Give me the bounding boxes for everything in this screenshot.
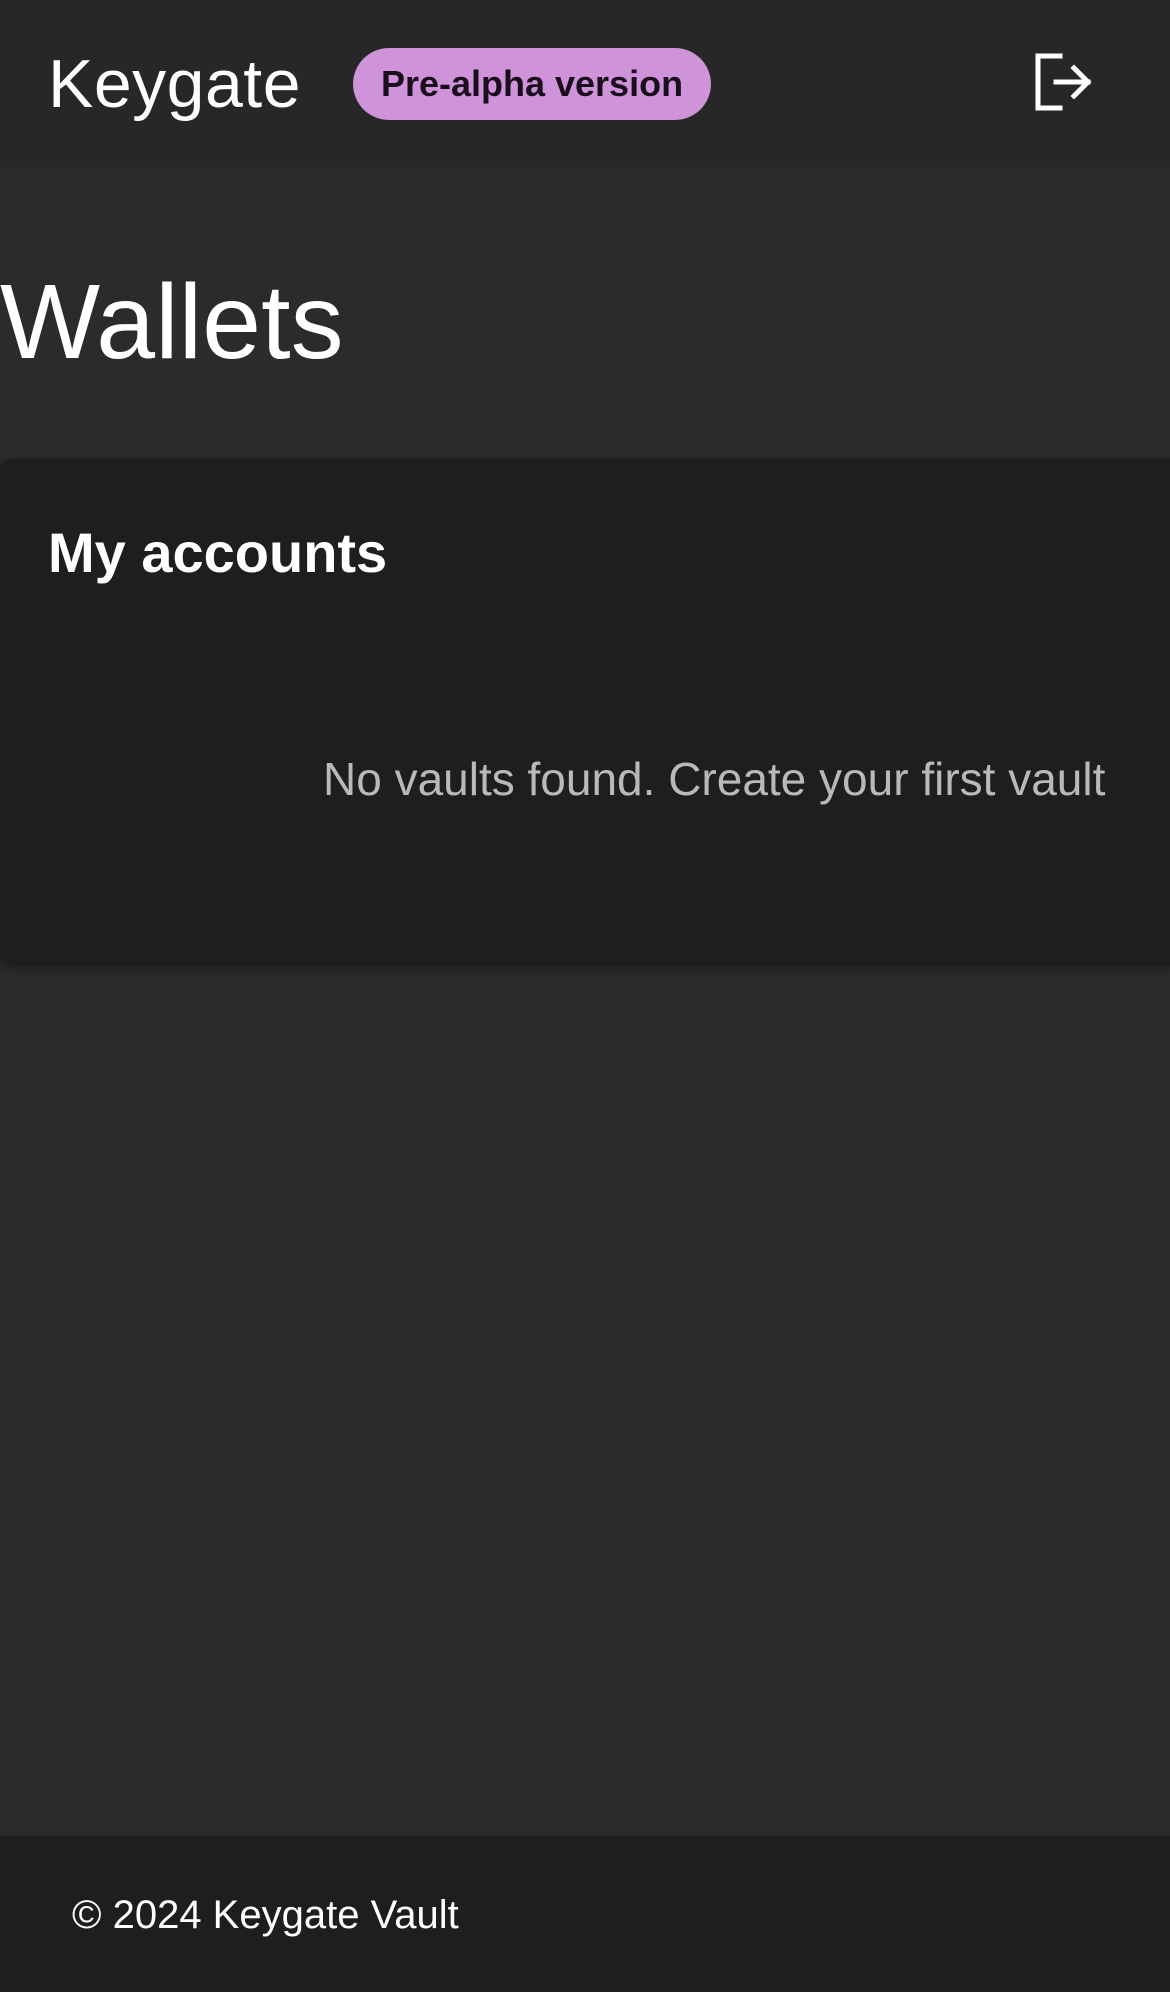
brand-title: Keygate xyxy=(48,46,302,122)
top-app-bar: Keygate Pre-alpha version xyxy=(0,0,1170,167)
footer: © 2024 Keygate Vault xyxy=(0,1836,1170,1992)
app-root: Keygate Pre-alpha version Wallets My acc… xyxy=(0,0,1170,1992)
pre-alpha-badge: Pre-alpha version xyxy=(353,48,711,120)
logout-button[interactable] xyxy=(1014,42,1110,126)
card-title: My accounts xyxy=(48,521,388,584)
my-accounts-card: My accounts No vaults found. Create your… xyxy=(0,459,1170,963)
copyright-text: © 2024 Keygate Vault xyxy=(72,1893,459,1937)
empty-state-message: No vaults found. Create your first vault xyxy=(323,753,1106,805)
logout-icon xyxy=(1030,50,1094,119)
page-title: Wallets xyxy=(0,263,344,381)
